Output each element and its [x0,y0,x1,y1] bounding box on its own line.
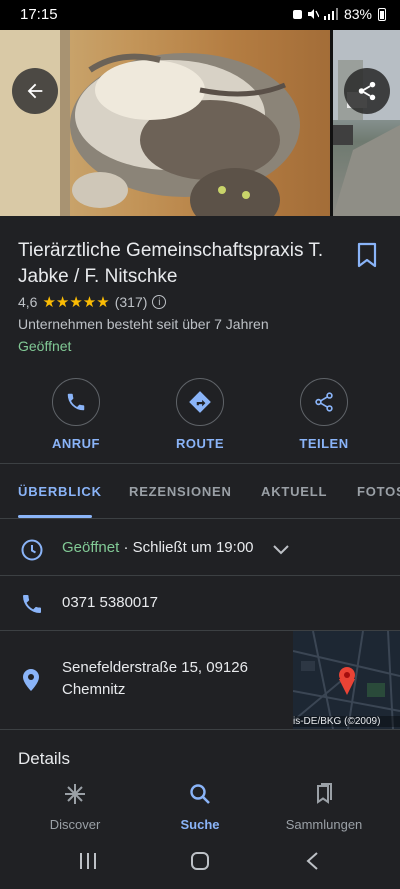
directions-icon [189,391,211,413]
route-button[interactable]: ROUTE [155,378,245,451]
rating-stars: ★★★★★ [42,294,110,311]
nav-discover[interactable]: Discover [25,782,125,832]
nav-search[interactable]: Suche [150,782,250,832]
share-button[interactable]: TEILEN [279,378,369,451]
bottom-navigation: Discover Suche Sammlungen [0,772,400,836]
share-photo-button[interactable] [344,68,390,114]
open-status: Geöffnet [18,338,72,354]
hours-open: Geöffnet [62,539,120,556]
chevron-down-icon[interactable] [272,544,290,556]
nav-collections-label: Sammlungen [285,817,363,832]
discover-icon [65,784,85,804]
phone-row[interactable]: 0371 5380017 [0,586,400,622]
map-attribution: is-DE/BKG (©2009) [293,716,400,727]
nav-discover-label: Discover [49,817,101,832]
street-image [333,30,400,216]
share-circle [300,378,348,426]
call-button[interactable]: ANRUF [31,378,121,451]
details-heading: Details [18,749,70,768]
arrow-back-icon [27,83,43,99]
address-text: Senefelderstraße 15, 09126 Chemnitz [62,657,282,701]
collections-icon [317,783,332,804]
tab-photos[interactable]: FOTOS [357,484,400,499]
recent-apps-icon[interactable] [78,850,98,872]
nav-search-label: Suche [180,817,220,832]
divider [0,729,400,730]
share-icon [358,81,376,101]
system-navigation [0,836,400,889]
search-icon [190,784,210,804]
cat-image [0,30,300,216]
address-line2: Chemnitz [62,681,126,698]
business-age: Unternehmen besteht seit über 7 Jahren [18,316,269,332]
nav-collections[interactable]: Sammlungen [274,782,374,832]
status-icons [292,8,338,20]
status-bar: 17:15 83% [0,0,400,30]
rating-row[interactable]: 4,6 ★★★★★ (317) i [18,293,167,311]
bookmark-icon[interactable] [356,242,378,268]
divider [0,575,400,576]
review-count: (317) [114,294,148,310]
tab-bar: ÜBERBLICK REZENSIONEN AKTUELL FOTOS [0,466,400,518]
route-circle [176,378,224,426]
hours-closes: · Schließt um 19:00 [119,539,254,556]
tab-overview[interactable]: ÜBERBLICK [18,484,102,499]
call-circle [52,378,100,426]
share-label: TEILEN [299,436,349,451]
call-label: ANRUF [52,436,100,451]
action-buttons: ANRUF ROUTE TEILEN [0,378,400,451]
map-thumbnail[interactable]: is-DE/BKG (©2009) [293,631,400,729]
map-image [293,631,400,729]
address-line1: Senefelderstraße 15, 09126 [62,659,248,676]
system-back-icon[interactable] [302,850,322,872]
photo-gallery[interactable] [0,30,400,216]
rating-value: 4,6 [18,294,38,310]
home-icon[interactable] [189,850,211,872]
phone-icon [67,393,85,411]
phone-number: 0371 5380017 [62,594,158,611]
route-label: ROUTE [176,436,224,451]
clock-icon [21,539,43,561]
back-button[interactable] [12,68,58,114]
tab-updates[interactable]: AKTUELL [261,484,327,499]
signal-icon [323,8,338,20]
share-icon [315,392,333,412]
tab-reviews[interactable]: REZENSIONEN [129,484,232,499]
status-time: 17:15 [20,6,58,23]
place-title: Tierärztliche Gemeinschaftspraxis T. Jab… [18,240,324,287]
notification-icon [292,9,302,19]
mute-icon [307,9,319,19]
hours-row[interactable]: Geöffnet · Schließt um 19:00 [0,530,400,574]
address-row[interactable]: Senefelderstraße 15, 09126 Chemnitz is-D… [0,631,400,729]
status-right: 83% [292,6,386,22]
divider [0,463,400,464]
phone-icon [23,595,41,613]
street-photo[interactable] [333,30,400,216]
divider [0,518,400,519]
hours-text: Geöffnet · Schließt um 19:00 [62,539,254,556]
cat-photo[interactable] [0,30,330,216]
battery-icon [378,7,386,21]
battery-text: 83% [343,6,372,22]
info-icon[interactable]: i [152,295,167,309]
location-pin-icon [23,669,39,691]
